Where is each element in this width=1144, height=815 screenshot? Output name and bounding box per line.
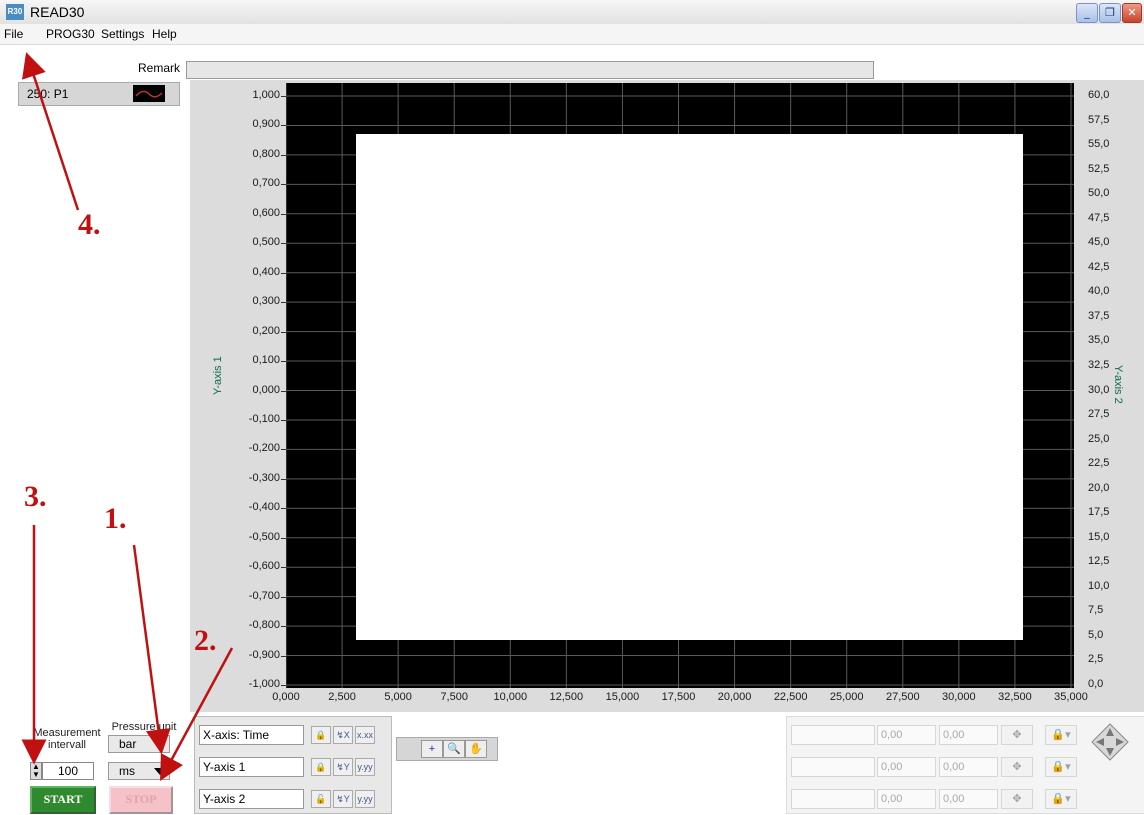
y1-tick-mark [281, 419, 286, 421]
annotation-arrow-1 [132, 544, 171, 755]
y1-tick-mark [281, 184, 286, 186]
annotation-4: 4. [78, 208, 101, 241]
y1-tick-mark [281, 390, 286, 392]
annotation-1: 1. [104, 502, 127, 535]
annotation-arrow-4 [22, 52, 80, 211]
y1-tick-mark [281, 361, 286, 363]
y1-tick-mark [281, 302, 286, 304]
annotation-arrow-2 [160, 647, 234, 781]
y1-tick-mark [281, 449, 286, 451]
annotation-arrows [21, 52, 234, 781]
y1-tick-mark [281, 331, 286, 333]
y1-tick-mark [281, 96, 286, 97]
y1-tick-mark [281, 626, 286, 628]
y1-tick-mark [281, 567, 286, 569]
y1-tick-mark [281, 508, 286, 510]
annotation-3: 3. [24, 480, 47, 513]
y1-tick-mark [281, 596, 286, 598]
y1-tick-mark [281, 213, 286, 215]
y1-tick-mark [281, 272, 286, 274]
y1-tick-mark [281, 655, 286, 657]
y1-tick-mark [281, 154, 286, 156]
y1-tick-mark [281, 125, 286, 127]
y1-tick-mark [281, 243, 286, 245]
annotation-2: 2. [194, 624, 217, 657]
y1-tick-mark [281, 537, 286, 539]
y1-tick-mark [281, 685, 286, 686]
y1-tick-mark [281, 478, 286, 480]
